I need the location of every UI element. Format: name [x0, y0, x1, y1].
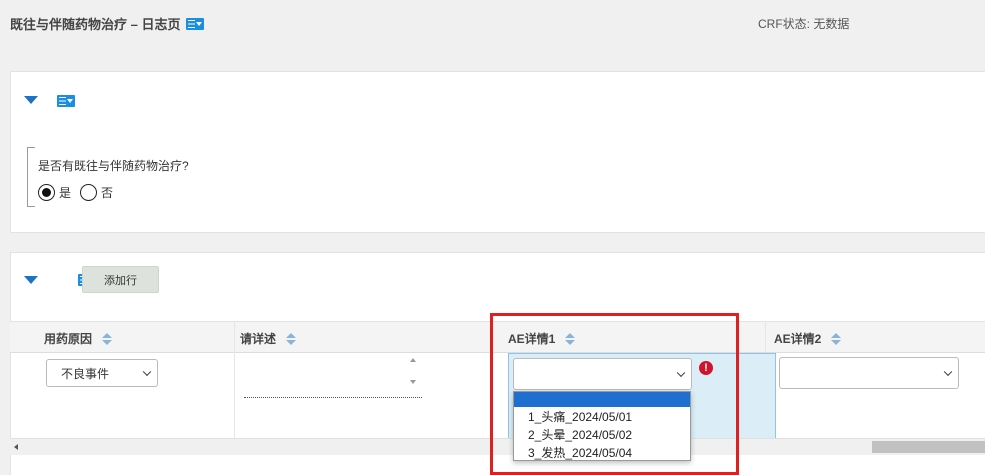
column-header-reason[interactable]: 用药原因	[44, 330, 113, 347]
sort-icon[interactable]	[286, 332, 297, 345]
question-bracket-bottom	[27, 206, 35, 207]
collapse-toggle-icon[interactable]	[24, 276, 38, 284]
reason-select-value: 不良事件	[61, 366, 110, 381]
collapse-toggle-icon[interactable]	[24, 96, 38, 104]
highlight-annotation	[490, 313, 739, 475]
radio-yes-label: 是	[59, 186, 72, 200]
ae2-select[interactable]	[779, 357, 959, 389]
section-menu-icon[interactable]	[57, 95, 75, 107]
column-divider	[234, 321, 235, 441]
detail-textarea[interactable]	[241, 353, 424, 401]
sort-icon[interactable]	[831, 332, 842, 345]
question-label: 是否有既往与伴随药物治疗?	[38, 159, 189, 173]
scrollbar-thumb[interactable]	[872, 441, 985, 453]
menu-dropdown-icon[interactable]	[186, 17, 205, 30]
page-title-text: 既往与伴随药物治疗 – 日志页	[10, 17, 181, 32]
radio-no[interactable]	[80, 184, 98, 201]
radio-yes[interactable]	[38, 184, 55, 201]
chevron-down-icon	[142, 367, 152, 377]
radio-selected-dot	[42, 188, 51, 197]
textarea-scroll-up-icon[interactable]	[410, 358, 416, 362]
question-bracket-top	[27, 147, 35, 148]
question-bracket	[27, 147, 28, 207]
column-header-label: 请详述	[240, 332, 277, 346]
section-panel-1	[10, 71, 985, 233]
textarea-scroll-down-icon[interactable]	[410, 380, 416, 384]
add-row-button[interactable]: 添加行	[82, 266, 159, 293]
column-header-label: AE详情2	[774, 332, 822, 346]
radio-group: 是 否	[38, 184, 113, 201]
column-header-detail[interactable]: 请详述	[240, 330, 297, 347]
chevron-down-icon	[943, 367, 953, 377]
page-title: 既往与伴随药物治疗 – 日志页	[10, 14, 205, 33]
radio-no-label: 否	[101, 186, 114, 200]
column-header-ae2[interactable]: AE详情2	[774, 330, 842, 347]
column-header-label: 用药原因	[44, 332, 93, 346]
reason-select[interactable]: 不良事件	[46, 359, 158, 387]
scroll-left-icon[interactable]	[14, 444, 18, 450]
sort-icon[interactable]	[102, 332, 113, 345]
crf-status: CRF状态: 无数据	[758, 17, 850, 31]
textarea-underline	[244, 397, 422, 398]
